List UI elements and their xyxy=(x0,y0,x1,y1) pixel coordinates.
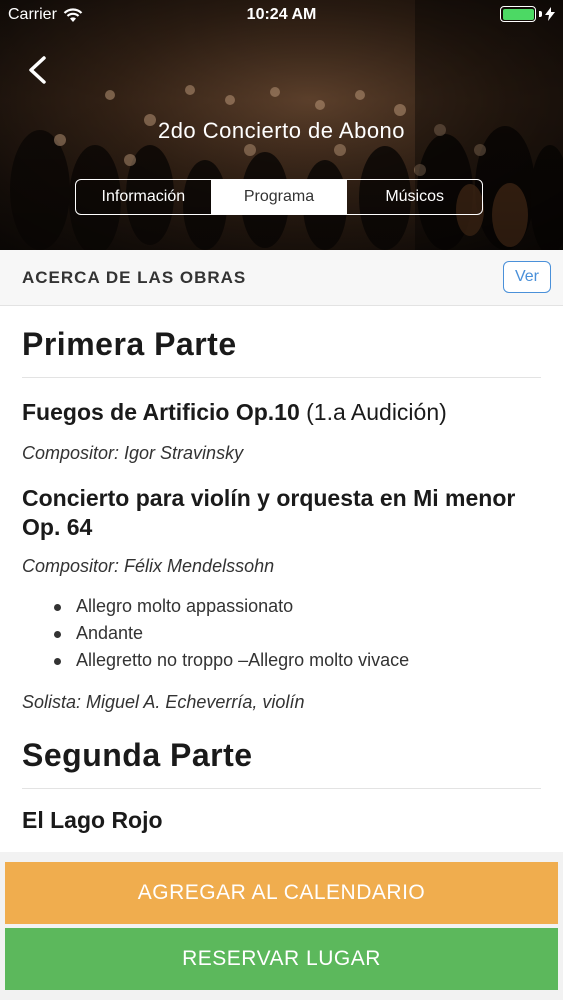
soloist: Solista: Miguel A. Echeverría, violín xyxy=(22,692,305,712)
clock: 10:24 AM xyxy=(246,6,317,23)
tab-programa[interactable]: Programa xyxy=(210,180,347,214)
tab-segmented-control: Información Programa Músicos xyxy=(75,179,483,215)
about-works-header: ACERCA DE LAS OBRAS Ver xyxy=(0,250,563,306)
movement-item: Allegro molto appassionato xyxy=(22,593,541,620)
add-to-calendar-button[interactable]: AGREGAR AL CALENDARIO xyxy=(5,862,558,924)
view-button[interactable]: Ver xyxy=(503,261,551,293)
back-chevron-icon[interactable] xyxy=(22,52,54,88)
battery-group xyxy=(500,6,555,22)
action-bar: AGREGAR AL CALENDARIO RESERVAR LUGAR xyxy=(0,852,563,1000)
part-heading: Segunda Parte xyxy=(22,737,253,773)
section-title: ACERCA DE LAS OBRAS xyxy=(22,268,247,287)
movement-list: Allegro molto appassionato Andante Alleg… xyxy=(22,593,541,674)
tab-musicos[interactable]: Músicos xyxy=(346,180,482,214)
battery-icon xyxy=(500,6,536,22)
movement-item: Allegretto no troppo –Allegro molto viva… xyxy=(22,647,541,674)
composer: Compositor: Igor Stravinsky xyxy=(22,443,244,463)
divider xyxy=(22,788,541,789)
work-note: (1.a Audición) xyxy=(306,399,447,425)
work-title-text: Fuegos de Artificio Op.10 xyxy=(22,399,300,425)
status-bar: Carrier 10:24 AM xyxy=(0,0,563,30)
charging-bolt-icon xyxy=(545,7,555,21)
tab-informacion[interactable]: Información xyxy=(76,180,211,214)
part-heading: Primera Parte xyxy=(22,326,237,362)
reserve-seat-button[interactable]: RESERVAR LUGAR xyxy=(5,928,558,990)
work-title-partial: El Lago Rojo xyxy=(22,807,163,833)
work-title: Fuegos de Artificio Op.10 (1.a Audición) xyxy=(22,398,541,427)
program-content[interactable]: Primera Parte Fuegos de Artificio Op.10 … xyxy=(0,306,563,852)
divider xyxy=(22,377,541,378)
header-hero: Carrier 10:24 AM 2do Concierto de Abono … xyxy=(0,0,563,250)
concert-title: 2do Concierto de Abono xyxy=(157,118,406,143)
work-title: Concierto para violín y orquesta en Mi m… xyxy=(22,485,516,540)
composer: Compositor: Félix Mendelssohn xyxy=(22,556,275,576)
movement-item: Andante xyxy=(22,620,541,647)
